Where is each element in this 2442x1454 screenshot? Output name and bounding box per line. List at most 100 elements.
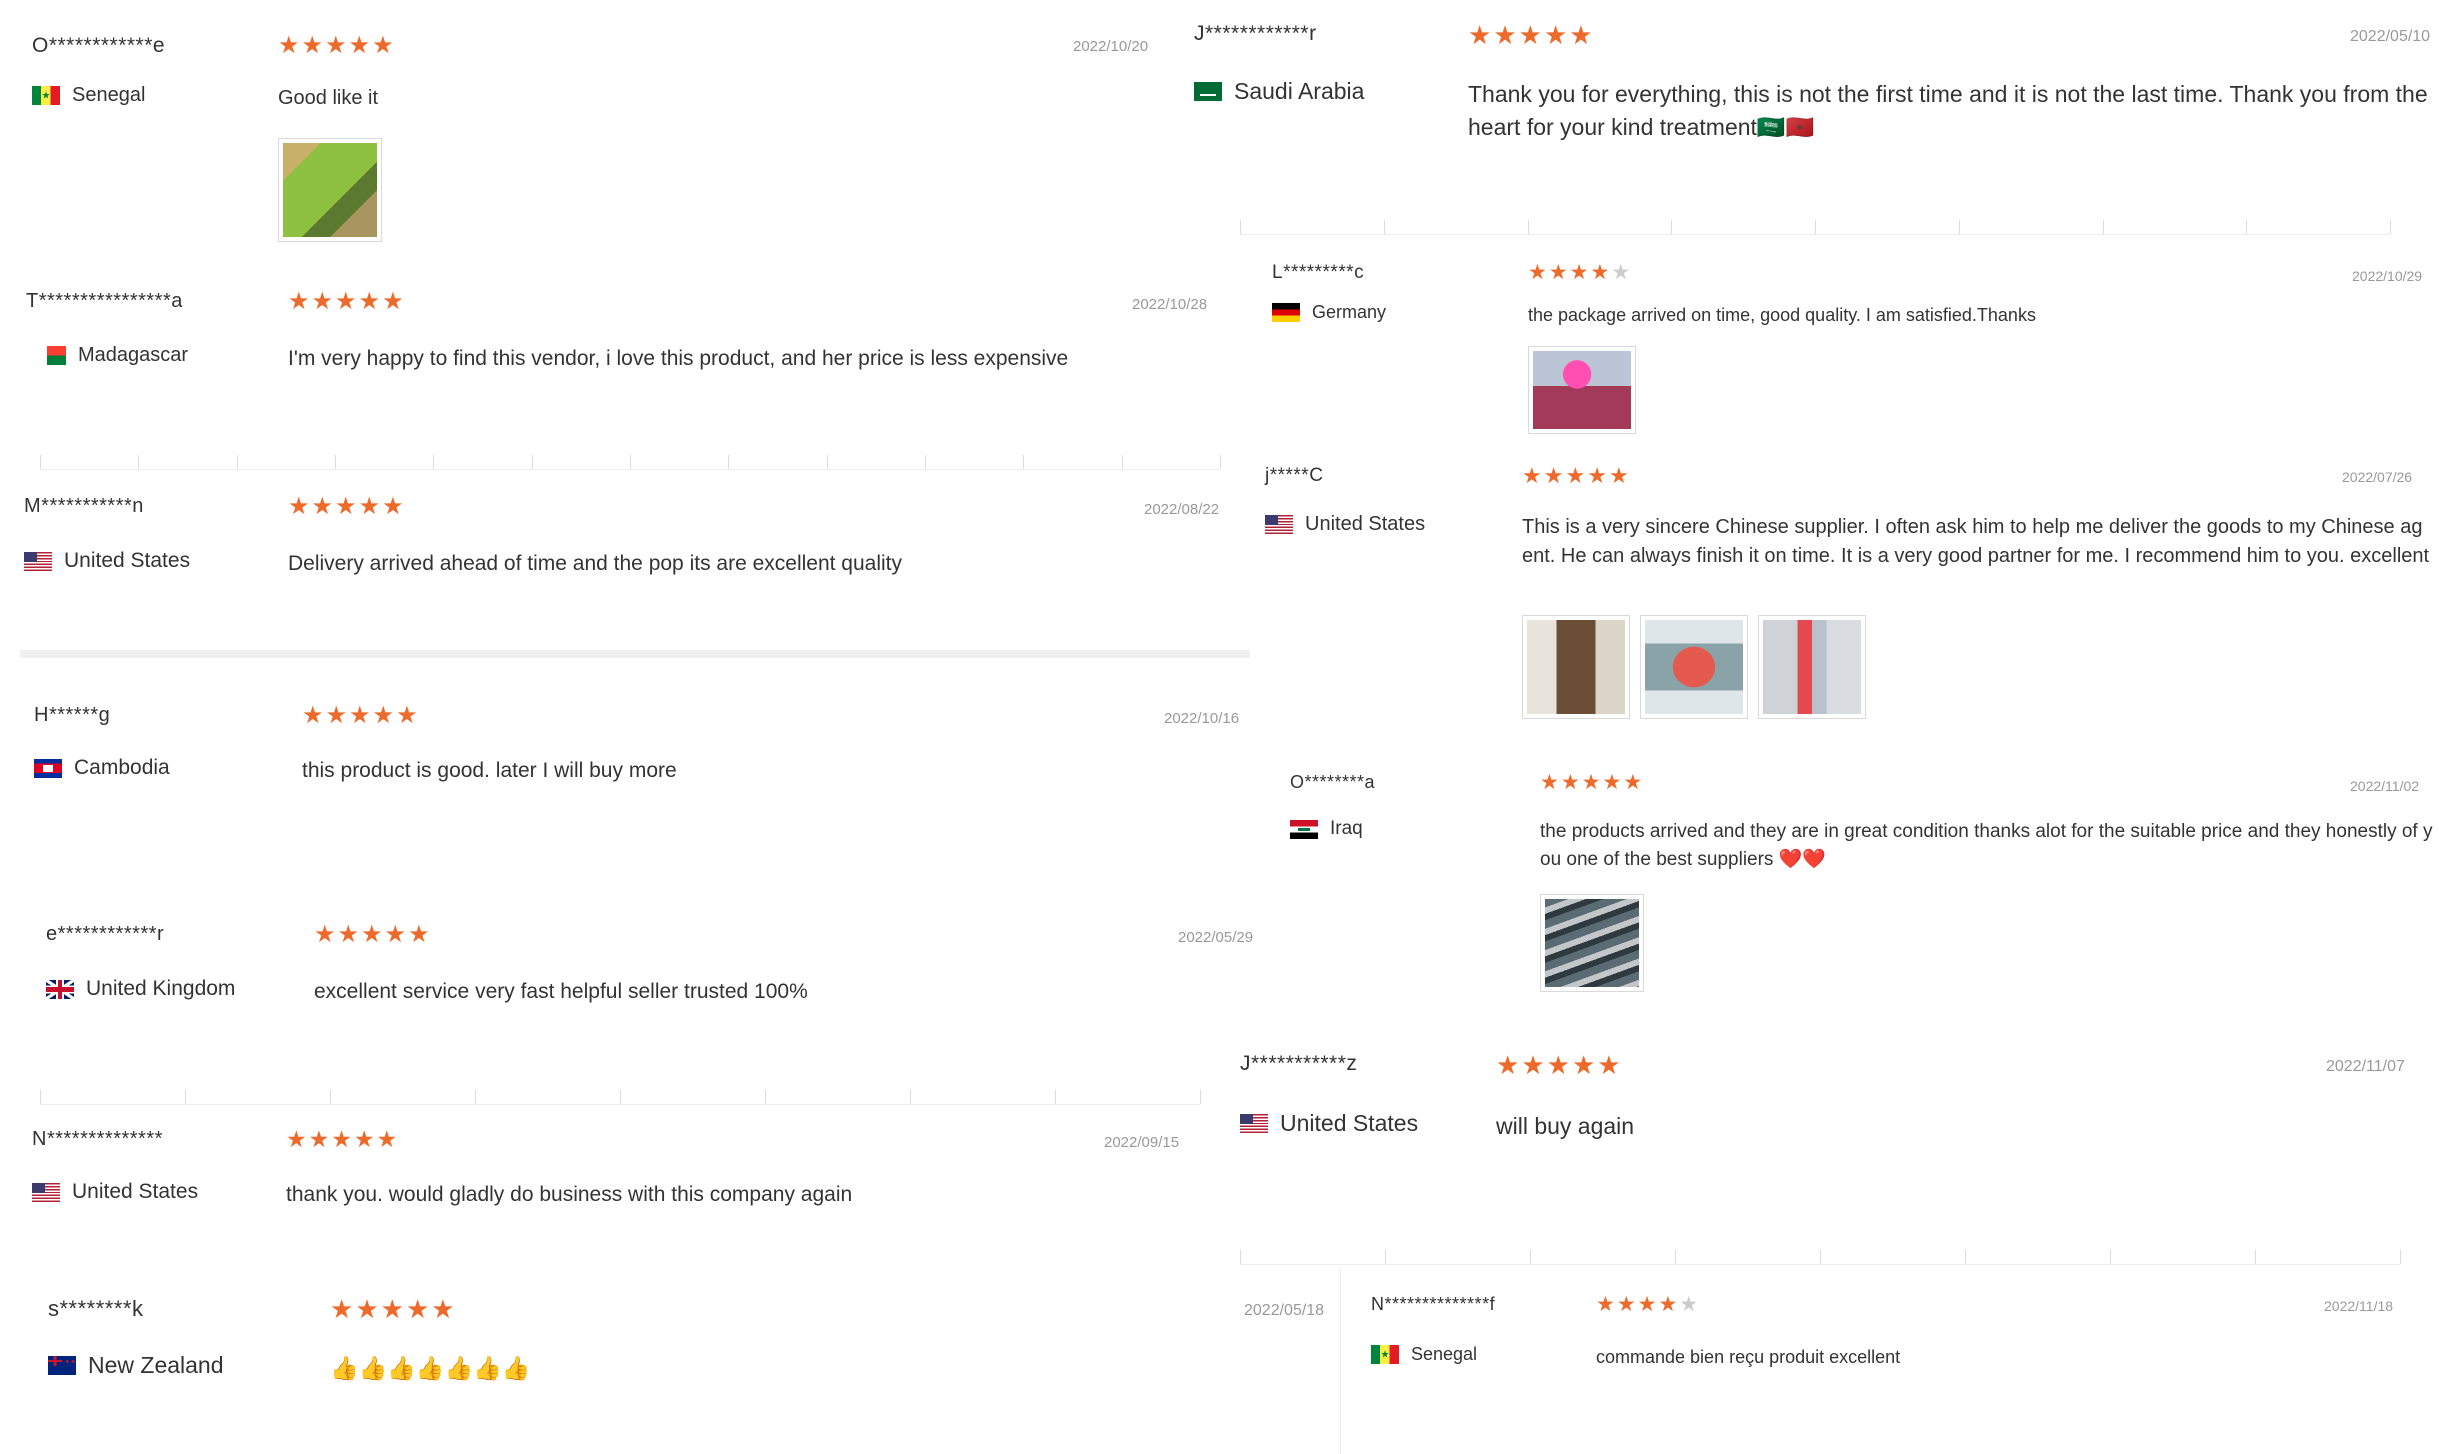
star-filled-icon: ★ xyxy=(348,32,371,59)
review-photo-thumbnail[interactable] xyxy=(1528,346,1636,434)
reviewer-name: N************** xyxy=(32,1128,163,1150)
saudi-arabia-flag-icon xyxy=(1194,82,1222,101)
tick-ruler xyxy=(40,455,1221,470)
review-card: L*********c Germany ★ ★ ★ ★ ★ 2022/10/29 the pac… xyxy=(1240,250,2442,450)
star-rating: ★ ★ ★ ★ ★ xyxy=(1496,1052,1623,1078)
star-filled-icon: ★ xyxy=(355,1294,379,1324)
review-photo-thumbnail[interactable] xyxy=(1522,615,1630,719)
review-card: j*****C United States ★ ★ ★ ★ ★ 2022/07/26 This … xyxy=(1250,455,2442,735)
reviewer-country: United States xyxy=(1240,1110,1418,1137)
photo-image xyxy=(283,143,377,237)
star-filled-icon: ★ xyxy=(380,1294,404,1324)
star-filled-icon: ★ xyxy=(372,32,394,59)
review-text: 👍👍👍👍👍👍👍 xyxy=(330,1355,531,1381)
section-divider xyxy=(20,650,1264,658)
star-filled-icon: ★ xyxy=(1596,1293,1615,1316)
star-rating: ★ ★ ★ ★ ★ xyxy=(1540,772,1644,793)
reviewer-name: M***********n xyxy=(24,495,144,517)
star-filled-icon: ★ xyxy=(308,1126,330,1152)
reviewer-country: New Zealand xyxy=(48,1352,224,1379)
tick-ruler xyxy=(1240,220,2391,235)
reviewer-country: Senegal xyxy=(32,84,145,107)
review-card: N************** United States ★ ★ ★ ★ ★ 2022/09… xyxy=(0,1110,1210,1270)
star-filled-icon: ★ xyxy=(1608,463,1629,488)
review-text: excellent service very fast helpful sell… xyxy=(314,980,808,1003)
reviewer-name: T****************a xyxy=(26,290,183,312)
review-date: 2022/10/29 xyxy=(2352,268,2423,284)
star-rating: ★ ★ ★ ★ ★ xyxy=(1468,22,1595,48)
country-name: Iraq xyxy=(1330,818,1363,839)
star-filled-icon: ★ xyxy=(301,32,324,59)
country-name: Germany xyxy=(1312,302,1387,322)
star-filled-icon: ★ xyxy=(405,1294,430,1324)
star-filled-icon: ★ xyxy=(330,1294,354,1324)
star-rating: ★ ★ ★ ★ ★ xyxy=(286,1128,399,1151)
tick-ruler xyxy=(40,1090,1201,1105)
review-text: the products arrived and they are in gre… xyxy=(1540,821,2433,870)
star-filled-icon: ★ xyxy=(431,1294,455,1324)
tick-ruler xyxy=(1240,1250,2401,1265)
review-date: 2022/08/22 xyxy=(1144,501,1220,518)
star-filled-icon: ★ xyxy=(1637,1293,1657,1316)
senegal-flag-icon xyxy=(32,86,60,105)
country-name: Madagascar xyxy=(78,344,189,366)
country-name: Saudi Arabia xyxy=(1234,78,1365,104)
reviewer-country: United States xyxy=(24,549,190,573)
star-filled-icon: ★ xyxy=(278,32,300,59)
reviewer-name: H******g xyxy=(34,704,111,726)
star-filled-icon: ★ xyxy=(1571,1050,1596,1080)
star-filled-icon: ★ xyxy=(286,1126,307,1152)
review-text: Delivery arrived ahead of time and the p… xyxy=(288,552,903,575)
star-filled-icon: ★ xyxy=(358,288,381,315)
star-filled-icon: ★ xyxy=(1522,463,1542,488)
country-name: United Kingdom xyxy=(86,977,236,1000)
star-filled-icon: ★ xyxy=(1602,771,1622,794)
star-filled-icon: ★ xyxy=(1590,261,1610,284)
star-filled-icon: ★ xyxy=(302,702,324,729)
review-text: Thank you for everything, this is not th… xyxy=(1468,81,2428,141)
review-text: This is a very sincere Chinese supplier.… xyxy=(1522,516,2430,567)
star-filled-icon: ★ xyxy=(1597,1050,1621,1080)
star-filled-icon: ★ xyxy=(361,921,383,948)
review-photo-thumbnail[interactable] xyxy=(1640,615,1748,719)
star-filled-icon: ★ xyxy=(325,702,348,729)
reviewer-country: United States xyxy=(32,1180,198,1204)
reviewer-name: J************r xyxy=(1194,22,1317,45)
review-photo-thumbnail[interactable] xyxy=(278,138,382,242)
star-filled-icon: ★ xyxy=(382,288,404,315)
review-date: 2022/05/18 xyxy=(1244,1302,1325,1319)
star-filled-icon: ★ xyxy=(1581,771,1601,794)
star-filled-icon: ★ xyxy=(1546,1050,1570,1080)
country-name: New Zealand xyxy=(88,1352,224,1378)
reviewer-name: s********k xyxy=(48,1296,144,1321)
reviewer-name: J***********z xyxy=(1240,1052,1358,1075)
review-text: Good like it xyxy=(278,87,379,109)
country-name: Senegal xyxy=(72,84,146,106)
photo-image xyxy=(1533,351,1631,429)
review-photo-thumbnail[interactable] xyxy=(1758,615,1866,719)
star-rating: ★ ★ ★ ★ ★ xyxy=(278,34,396,58)
review-text: will buy again xyxy=(1496,1113,1635,1139)
senegal-flag-icon xyxy=(1371,1345,1399,1364)
review-card: s********kNew Zealand★★★★★2022/05/18👍👍👍👍… xyxy=(0,1280,1340,1454)
united-states-flag-icon xyxy=(1240,1114,1268,1133)
star-rating: ★ ★ ★ ★ ★ xyxy=(288,290,406,314)
reviewer-name: e************r xyxy=(46,923,165,945)
star-filled-icon: ★ xyxy=(325,32,347,59)
review-date: 2022/10/28 xyxy=(1132,296,1208,313)
reviewer-country: Iraq xyxy=(1290,818,1363,840)
star-rating: ★ ★ ★ ★ ★ xyxy=(1528,262,1632,283)
reviewer-name: j*****C xyxy=(1265,465,1324,486)
review-text: commande bien reçu produit excellent xyxy=(1596,1347,1901,1367)
review-photo-thumbnail[interactable] xyxy=(1540,894,1644,992)
reviewer-name: O********a xyxy=(1290,772,1376,792)
review-date: 2022/10/16 xyxy=(1164,710,1240,727)
star-filled-icon: ★ xyxy=(1565,463,1586,488)
reviewer-country: Cambodia xyxy=(34,756,170,780)
review-photos xyxy=(1522,615,1866,719)
review-text: the package arrived on time, good qualit… xyxy=(1528,305,2036,325)
reviewer-country: Saudi Arabia xyxy=(1194,78,1364,105)
reviewer-country: Germany xyxy=(1272,302,1386,323)
star-filled-icon: ★ xyxy=(311,288,334,315)
star-filled-icon: ★ xyxy=(372,702,395,729)
